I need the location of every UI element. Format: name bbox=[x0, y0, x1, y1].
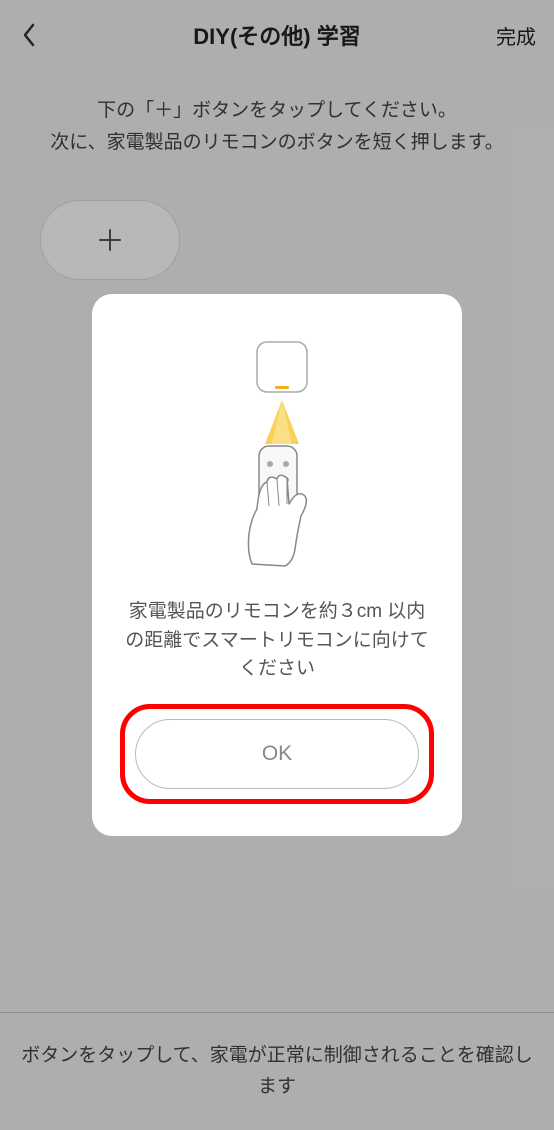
ok-highlight: OK bbox=[120, 704, 434, 804]
modal-text: 家電製品のリモコンを約３cm 以内の距離でスマートリモコンに向けてください bbox=[120, 598, 434, 684]
illustration bbox=[120, 334, 434, 574]
modal: 家電製品のリモコンを約３cm 以内の距離でスマートリモコンに向けてください OK bbox=[92, 294, 462, 836]
ok-button[interactable]: OK bbox=[135, 719, 419, 789]
modal-overlay: 家電製品のリモコンを約３cm 以内の距離でスマートリモコンに向けてください OK bbox=[0, 0, 554, 1130]
